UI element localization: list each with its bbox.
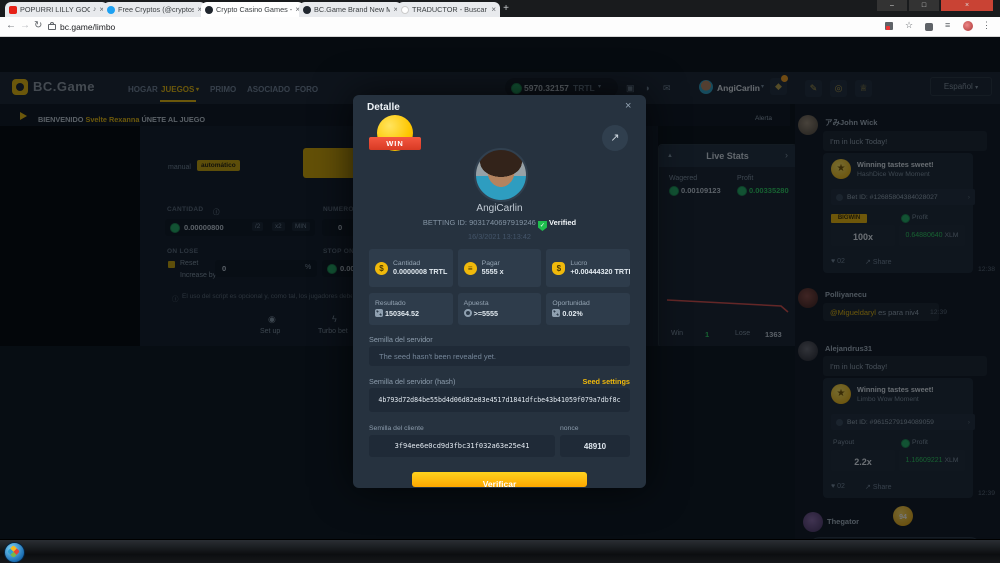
browser-addressbar: ← → ↻ bc.game/limbo ☆ ≡ ⋮	[0, 17, 1000, 37]
windows-taskbar: ES ▲ 01:17 p.m. 16/03/2021	[0, 539, 1000, 563]
browser-tabstrip: POPURRI LILLY GOODMAN ♪ × Free Cryptos (…	[0, 0, 1000, 17]
new-tab-button[interactable]: +	[499, 3, 513, 15]
modal-title: Detalle	[367, 102, 400, 113]
bet-timestamp: 16/3/2021 13:13:42	[353, 232, 646, 241]
bcgame-favicon	[205, 6, 213, 14]
bookmark-star-icon[interactable]: ☆	[905, 20, 913, 31]
client-seed-value: 3f94ee6e0cd9d3fbc31f032a63e25e41	[369, 442, 555, 450]
dice-icon	[375, 309, 383, 317]
betting-id-row: BETTING ID: 9031740697919246 ✓ Verified	[353, 218, 646, 231]
stat-label: Cantidad	[393, 260, 447, 267]
win-badge-ribbon: WIN	[369, 137, 421, 150]
stat-label: Apuesta	[464, 300, 489, 307]
stat-card-oportunidad: Oportunidad 0.02%	[546, 293, 630, 325]
stat-value: +0.00444320 TRTL	[570, 267, 630, 276]
screen: POPURRI LILLY GOODMAN ♪ × Free Cryptos (…	[0, 0, 1000, 563]
verify-button[interactable]: Verificar	[412, 472, 587, 487]
coins-icon: ≡	[464, 262, 477, 275]
money-bag-icon: $	[552, 262, 565, 275]
stat-value: 0.0000008 TRTL	[393, 267, 447, 276]
tab-title: TRADUCTOR - Buscar con Goog	[412, 5, 488, 14]
stat-card-cantidad: $ Cantidad0.0000008 TRTL	[369, 249, 453, 287]
window-maximize-button[interactable]: □	[909, 0, 939, 11]
forward-icon[interactable]: →	[20, 20, 30, 31]
browser-tab-youtube[interactable]: POPURRI LILLY GOODMAN ♪ ×	[5, 2, 108, 17]
stat-card-lucro: $ Lucro+0.00444320 TRTL	[546, 249, 630, 287]
seed-settings-link[interactable]: Seed settings	[583, 377, 630, 386]
extensions-icon[interactable]	[925, 23, 933, 31]
modal-username: AngiCarlin	[353, 203, 646, 214]
tab-title: Crypto Casino Games - The 16 B	[216, 5, 292, 14]
betting-id-text: BETTING ID: 9031740697919246	[423, 218, 536, 227]
target-icon	[464, 309, 472, 317]
server-seed-field[interactable]: The seed hasn't been revealed yet.	[369, 346, 630, 366]
server-seed-value: The seed hasn't been revealed yet.	[379, 352, 496, 361]
share-icon: ↗	[610, 132, 619, 144]
verified-label: Verified	[549, 218, 576, 227]
bet-stat-cards: $ Cantidad0.0000008 TRTL ≡ Pagar5555 x $…	[369, 249, 630, 325]
tab-title: BC.Game Brand New Medal Ever	[314, 5, 390, 14]
audio-icon: ♪	[93, 6, 97, 13]
client-seed-label: Semilla del cliente	[369, 425, 424, 432]
bcgame-favicon	[303, 6, 311, 14]
server-seed-hash-value: 4b793d72d84be55bd4d06d82e83e4517d1841dfc…	[369, 396, 630, 404]
browser-tab-twitter[interactable]: Free Cryptos (@cryptosfaucets) ×	[103, 2, 206, 17]
nonce-label: nonce	[560, 425, 579, 432]
url-field[interactable]: bc.game/limbo	[60, 22, 115, 32]
tab-title: POPURRI LILLY GOODMAN	[20, 5, 90, 14]
reading-list-icon[interactable]: ≡	[945, 20, 950, 30]
twitter-favicon	[107, 6, 115, 14]
start-button[interactable]	[4, 542, 25, 563]
client-seed-field[interactable]: 3f94ee6e0cd9d3fbc31f032a63e25e41	[369, 435, 555, 457]
bet-detail-modal: Detalle × WIN ↗ AngiCarlin BETTING ID: 9…	[353, 95, 646, 488]
tab-title: Free Cryptos (@cryptosfaucets)	[118, 5, 194, 14]
nonce-field[interactable]: 48910	[560, 435, 630, 457]
close-icon[interactable]: ×	[625, 100, 631, 112]
stat-label: Oportunidad	[552, 300, 589, 307]
stat-value: >=5555	[474, 309, 498, 318]
browser-menu-icon[interactable]: ⋮	[982, 20, 991, 31]
youtube-favicon	[9, 6, 17, 14]
stat-label: Pagar	[482, 260, 504, 267]
stat-card-apuesta: Apuesta >=5555	[458, 293, 542, 325]
verified-shield-icon: ✓	[538, 221, 547, 231]
server-seed-label: Semilla del servidor	[369, 335, 433, 344]
stat-value: 5555 x	[482, 267, 504, 276]
tab-close-icon[interactable]: ×	[491, 5, 496, 14]
browser-tab-active[interactable]: Crypto Casino Games - The 16 B ×	[201, 2, 304, 17]
server-seed-hash-field[interactable]: 4b793d72d84be55bd4d06d82e83e4517d1841dfc…	[369, 388, 630, 412]
stat-label: Resultado	[375, 300, 406, 307]
google-favicon	[401, 6, 409, 14]
server-seed-hash-label: Semilla del servidor (hash)	[369, 377, 455, 386]
stat-value: 150364.52	[385, 309, 419, 318]
share-button[interactable]: ↗	[602, 125, 628, 151]
back-icon[interactable]: ←	[6, 20, 16, 31]
browser-tab-bcgame[interactable]: BC.Game Brand New Medal Ever ×	[299, 2, 402, 17]
refresh-icon[interactable]: ↻	[34, 20, 42, 31]
padlock-icon	[48, 24, 56, 30]
coin-hand-icon: $	[375, 262, 388, 275]
browser-tab-translator[interactable]: TRADUCTOR - Buscar con Goog ×	[397, 2, 500, 17]
browser-profile-avatar[interactable]	[963, 21, 973, 31]
nonce-value: 48910	[560, 442, 630, 451]
stat-card-pagar: ≡ Pagar5555 x	[458, 249, 542, 287]
user-avatar[interactable]	[474, 148, 528, 202]
window-minimize-button[interactable]: –	[877, 0, 907, 11]
translate-badge	[886, 26, 890, 30]
dice-icon	[552, 309, 560, 317]
stat-label: Lucro	[570, 260, 630, 267]
stat-card-resultado: Resultado 150364.52	[369, 293, 453, 325]
window-close-button[interactable]: ×	[941, 0, 993, 11]
stat-value: 0.02%	[562, 309, 582, 318]
